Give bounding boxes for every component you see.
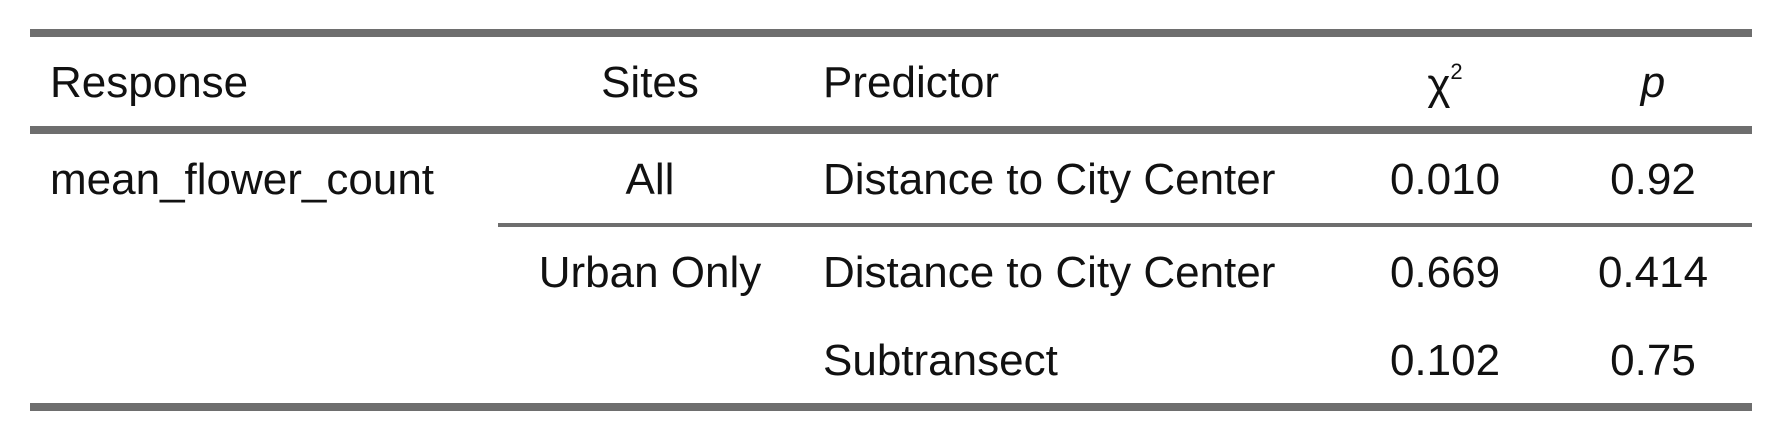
row-2-predictor: Distance to City Center: [823, 248, 1276, 297]
top-rule: [30, 29, 1752, 37]
header-p: p: [1640, 58, 1666, 107]
row-3-p: 0.75: [1610, 336, 1696, 385]
chi-superscript: 2: [1450, 59, 1463, 84]
row-1-predictor: Distance to City Center: [823, 155, 1276, 204]
row-1-chi2: 0.010: [1389, 155, 1501, 204]
table-page: { "table": { "headers": { "response": "R…: [0, 0, 1779, 442]
row-1-response: mean_flower_count: [50, 155, 435, 204]
row-2-sites: Urban Only: [538, 248, 762, 297]
row-3-predictor: Subtransect: [823, 336, 1058, 385]
row-1-p: 0.92: [1610, 155, 1696, 204]
chi-symbol: χ: [1427, 60, 1451, 109]
group-separator-rule: [498, 223, 1752, 227]
header-sites: Sites: [601, 58, 699, 107]
row-2-chi2: 0.669: [1389, 248, 1501, 297]
row-1-sites: All: [625, 155, 675, 204]
header-response: Response: [50, 58, 249, 107]
header-rule: [30, 126, 1752, 134]
header-chi-squared: χ2: [1427, 60, 1462, 109]
row-2-p: 0.414: [1597, 248, 1709, 297]
row-3-chi2: 0.102: [1389, 336, 1501, 385]
header-predictor: Predictor: [823, 58, 1000, 107]
bottom-rule: [30, 403, 1752, 411]
